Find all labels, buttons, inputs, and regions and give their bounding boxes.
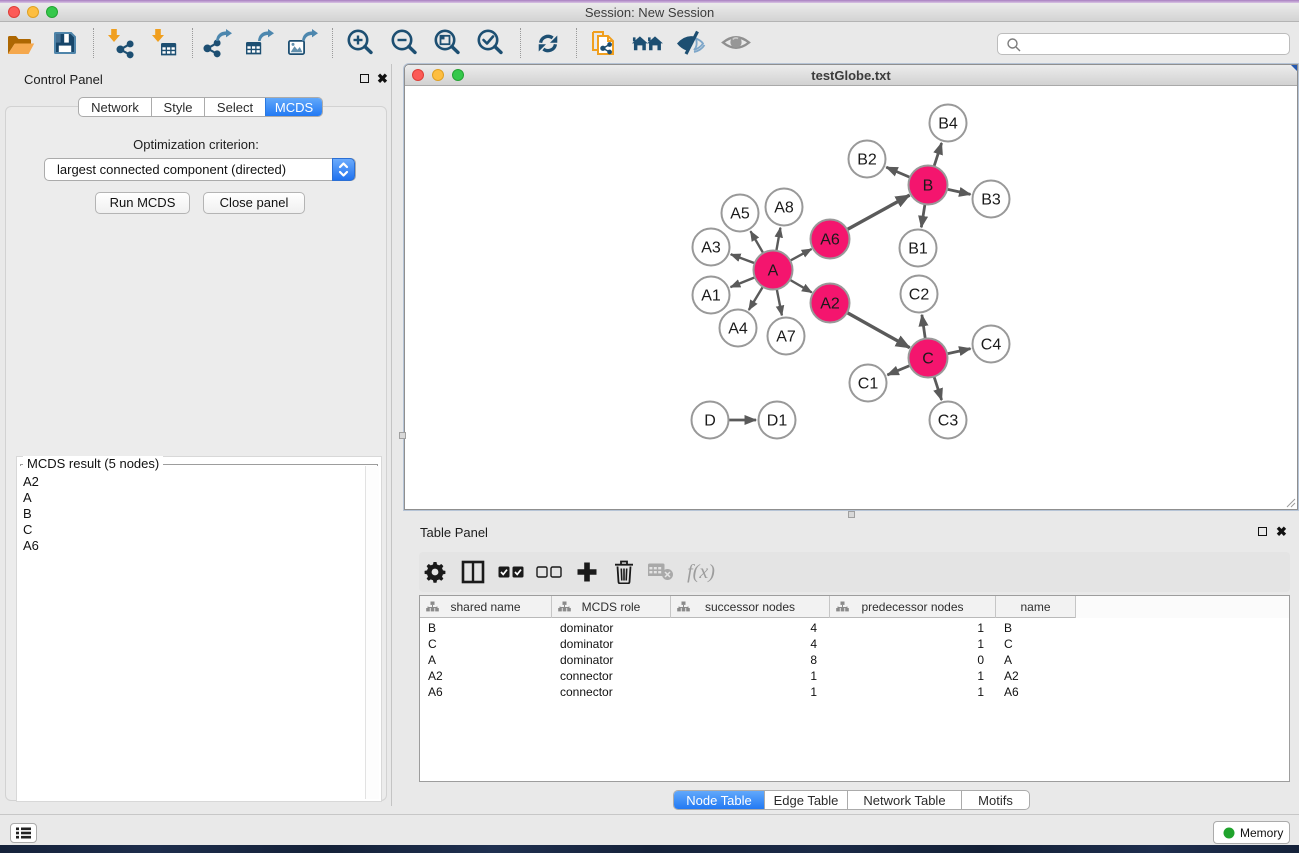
svg-text:B3: B3 — [981, 192, 1001, 209]
svg-text:C4: C4 — [981, 337, 1002, 354]
svg-text:C2: C2 — [909, 287, 930, 304]
svg-text:A8: A8 — [774, 200, 794, 217]
svg-text:A1: A1 — [701, 288, 721, 305]
svg-text:A5: A5 — [730, 206, 750, 223]
svg-text:B2: B2 — [857, 152, 877, 169]
svg-text:C: C — [922, 351, 934, 368]
svg-text:A7: A7 — [776, 329, 796, 346]
svg-text:A2: A2 — [820, 296, 840, 313]
svg-text:A4: A4 — [728, 321, 748, 338]
svg-text:D1: D1 — [767, 413, 788, 430]
svg-text:A3: A3 — [701, 240, 721, 257]
svg-text:B1: B1 — [908, 241, 928, 258]
svg-text:A: A — [768, 263, 779, 280]
svg-text:B4: B4 — [938, 116, 958, 133]
svg-text:C1: C1 — [858, 376, 879, 393]
svg-text:C3: C3 — [938, 413, 959, 430]
svg-text:A6: A6 — [820, 232, 840, 249]
svg-text:B: B — [923, 178, 934, 195]
svg-text:D: D — [704, 413, 716, 430]
